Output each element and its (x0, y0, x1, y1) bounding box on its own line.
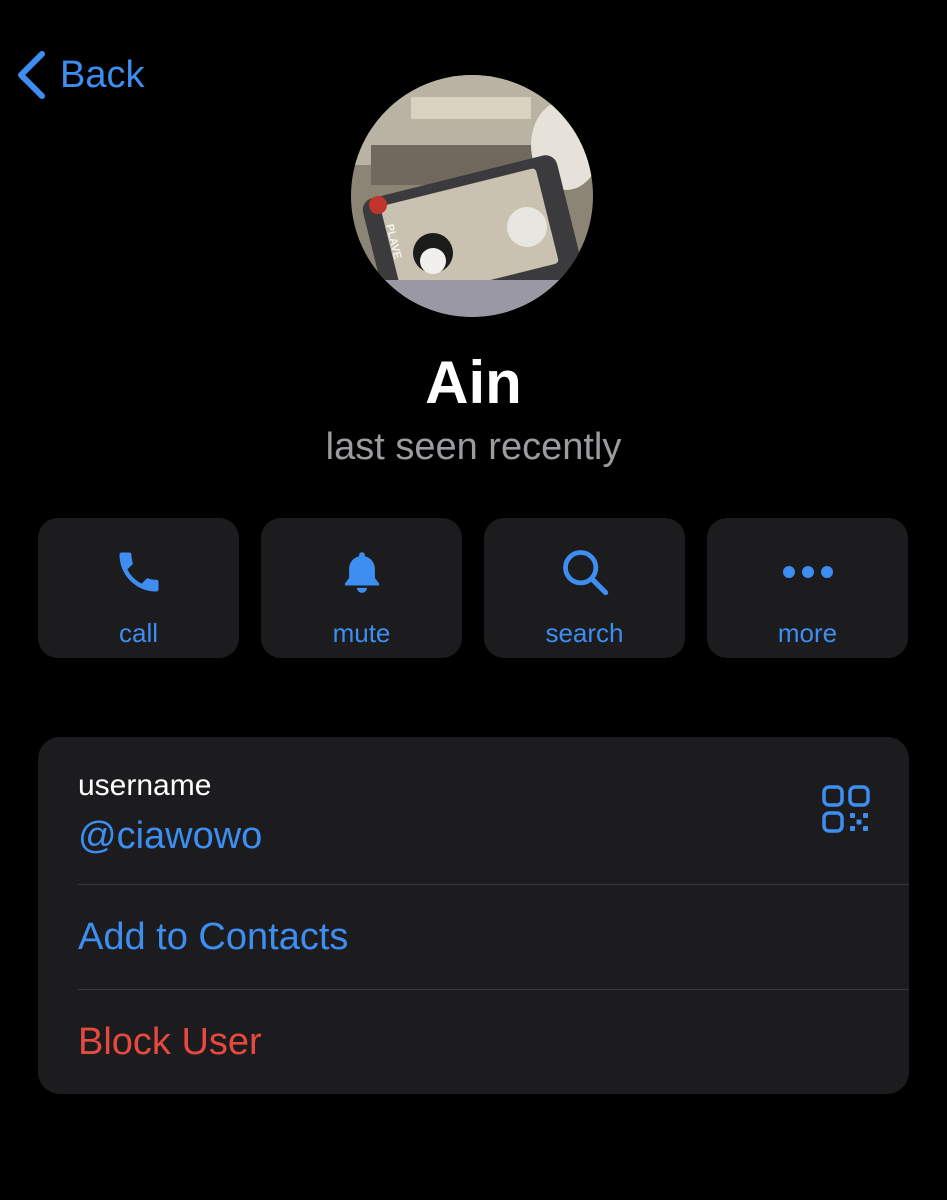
call-button[interactable]: call (38, 518, 239, 658)
back-label: Back (60, 53, 145, 96)
block-user-button[interactable]: Block User (38, 990, 909, 1094)
username-caption: username (78, 769, 212, 802)
qr-code-icon[interactable] (822, 785, 870, 838)
action-bar: call mute search more (38, 518, 908, 658)
chevron-left-icon (14, 50, 48, 100)
more-button[interactable]: more (707, 518, 908, 658)
more-label: more (777, 618, 838, 648)
more-dots-icon (781, 544, 835, 600)
phone-icon (113, 544, 165, 600)
info-card: username @ciawowo Add to Contacts Block … (38, 737, 909, 1094)
search-icon (559, 544, 611, 600)
search-label: search (545, 618, 624, 648)
search-button[interactable]: search (484, 518, 685, 658)
username-row[interactable]: username @ciawowo (38, 737, 909, 884)
avatar[interactable]: PLAVE (351, 75, 593, 317)
last-seen-status: last seen recently (325, 426, 622, 468)
back-button[interactable]: Back (14, 50, 144, 100)
add-to-contacts-button[interactable]: Add to Contacts (38, 885, 909, 989)
call-label: call (118, 618, 158, 648)
bell-icon (337, 544, 387, 600)
mute-button[interactable]: mute (261, 518, 462, 658)
profile-name: Ain (425, 349, 522, 416)
mute-label: mute (332, 618, 391, 648)
username-value[interactable]: @ciawowo (78, 815, 262, 858)
